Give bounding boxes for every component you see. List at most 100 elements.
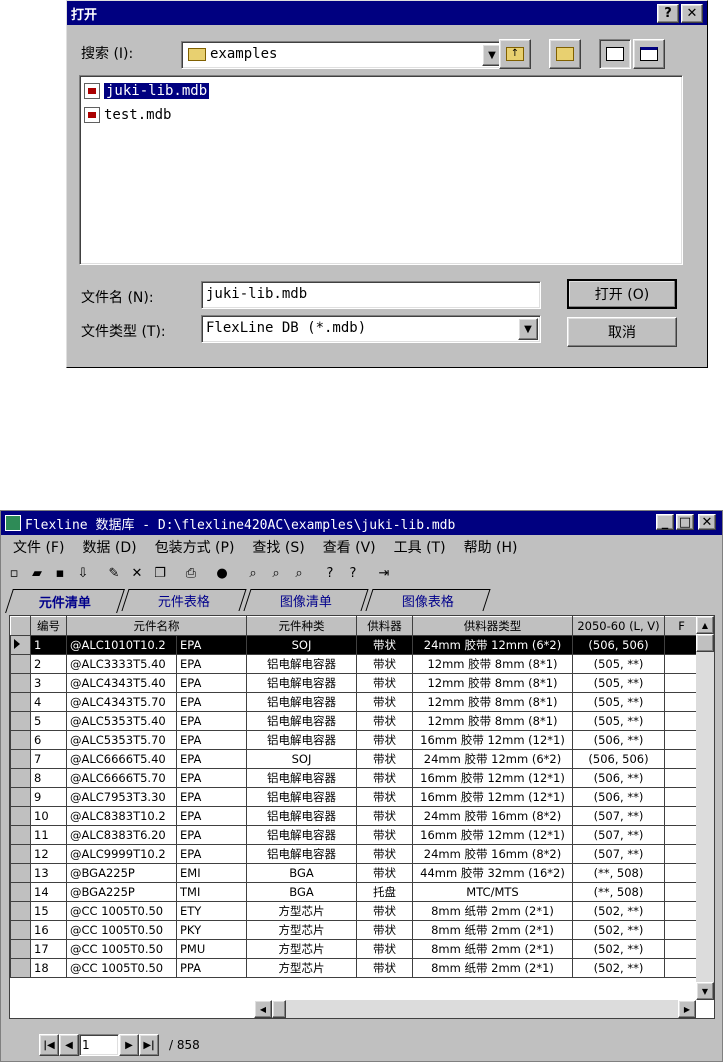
column-header[interactable]: 供料器类型 [412, 616, 573, 636]
row-selector[interactable] [10, 825, 31, 845]
row-selector[interactable] [10, 882, 31, 902]
new-icon[interactable]: ▫ [3, 562, 25, 584]
file-list[interactable]: juki-lib.mdb test.mdb [79, 75, 683, 265]
scroll-down-icon[interactable]: ▼ [696, 982, 714, 1000]
row-selector[interactable] [10, 635, 31, 655]
scroll-up-icon[interactable]: ▲ [696, 616, 714, 634]
print-icon[interactable]: ⎙ [180, 562, 202, 584]
column-header[interactable]: 2050-60 (L, V) [572, 616, 665, 636]
table-row[interactable]: 2 @ALC3333T5.40 EPA 铝电解电容器 带状 12mm 胶带 8mm (8*… [10, 654, 699, 674]
column-header[interactable]: 编号 [30, 616, 67, 636]
row-selector[interactable] [10, 863, 31, 883]
table-row[interactable]: 17 @CC 1005T0.50 PMU 方型芯片 带状 8mm 纸带 2mm (2*1)… [10, 939, 699, 959]
details-view-button[interactable] [633, 39, 665, 69]
tab-image-list[interactable]: 图像清单 [243, 589, 369, 611]
table-row[interactable]: 15 @CC 1005T0.50 ETY 方型芯片 带状 8mm 纸带 2mm (2*1)… [10, 901, 699, 921]
open-icon[interactable]: ▰ [26, 562, 48, 584]
filetype-combo[interactable]: FlexLine DB (*.mdb) ▼ [201, 315, 541, 343]
table-row[interactable]: 1 @ALC1010T10.2 EPA SOJ 带状 24mm 胶带 12mm (6*2)… [10, 635, 699, 655]
table-row[interactable]: 12 @ALC9999T10.2 EPA 铝电解电容器 带状 24mm 胶带 16mm (… [10, 844, 699, 864]
table-row[interactable]: 16 @CC 1005T0.50 PKY 方型芯片 带状 8mm 纸带 2mm (2*1)… [10, 920, 699, 940]
window-close-button[interactable]: ✕ [698, 514, 716, 530]
up-folder-button[interactable]: ↑ [499, 39, 531, 69]
help-button[interactable]: ? [657, 4, 679, 23]
filename-input[interactable]: juki-lib.mdb [201, 281, 541, 309]
tab-component-table[interactable]: 元件表格 [121, 589, 247, 611]
record-icon[interactable]: ● [211, 562, 233, 584]
chevron-down-icon[interactable]: ▼ [518, 318, 538, 340]
row-selector[interactable] [10, 749, 31, 769]
scroll-thumb[interactable] [696, 634, 714, 652]
edit-icon[interactable]: ✎ [103, 562, 125, 584]
last-record-button[interactable]: ▶| [139, 1034, 159, 1056]
row-selector[interactable] [10, 958, 31, 978]
component-grid[interactable]: 编号 元件名称 元件种类 供料器 供料器类型 2050-60 (L, V) F … [9, 615, 715, 1019]
horizontal-scrollbar[interactable]: ◀ ▶ [254, 1000, 696, 1018]
list-item[interactable]: juki-lib.mdb [84, 80, 210, 102]
minimize-button[interactable]: _ [656, 514, 674, 530]
menu-file[interactable]: 文件 (F) [13, 537, 64, 557]
next-record-button[interactable]: ▶ [119, 1034, 139, 1056]
table-row[interactable]: 7 @ALC6666T5.40 EPA SOJ 带状 24mm 胶带 12mm (6*2)… [10, 749, 699, 769]
prev-record-button[interactable]: ◀ [59, 1034, 79, 1056]
scroll-thumb[interactable] [272, 1000, 286, 1018]
row-selector[interactable] [10, 673, 31, 693]
find-prev-icon[interactable]: ⌕ [288, 562, 310, 584]
row-selector[interactable] [10, 806, 31, 826]
list-item[interactable]: test.mdb [84, 104, 171, 126]
table-row[interactable]: 10 @ALC8383T10.2 EPA 铝电解电容器 带状 24mm 胶带 16mm (… [10, 806, 699, 826]
tab-component-list[interactable]: 元件清单 [5, 589, 125, 613]
table-row[interactable]: 4 @ALC4343T5.70 EPA 铝电解电容器 带状 12mm 胶带 8mm (8*… [10, 692, 699, 712]
row-selector[interactable] [10, 920, 31, 940]
scroll-right-icon[interactable]: ▶ [678, 1000, 696, 1018]
maximize-button[interactable]: □ [676, 514, 694, 530]
table-row[interactable]: 3 @ALC4343T5.40 EPA 铝电解电容器 带状 12mm 胶带 8mm (8*… [10, 673, 699, 693]
table-row[interactable]: 9 @ALC7953T3.30 EPA 铝电解电容器 带状 16mm 胶带 12mm (1… [10, 787, 699, 807]
context-help-icon[interactable]: ? [342, 562, 364, 584]
row-selector[interactable] [10, 787, 31, 807]
row-selector[interactable] [10, 901, 31, 921]
column-header[interactable]: 元件种类 [246, 616, 357, 636]
row-selector[interactable] [10, 711, 31, 731]
find-icon[interactable]: ⌕ [242, 562, 264, 584]
table-row[interactable]: 11 @ALC8383T6.20 EPA 铝电解电容器 带状 16mm 胶带 12mm (… [10, 825, 699, 845]
menu-data[interactable]: 数据 (D) [82, 537, 136, 557]
table-row[interactable]: 18 @CC 1005T0.50 PPA 方型芯片 带状 8mm 纸带 2mm (2*1)… [10, 958, 699, 978]
row-selector[interactable] [10, 844, 31, 864]
menu-tools[interactable]: 工具 (T) [394, 537, 446, 557]
table-row[interactable]: 6 @ALC5353T5.70 EPA 铝电解电容器 带状 16mm 胶带 12mm (1… [10, 730, 699, 750]
menu-packaging[interactable]: 包装方式 (P) [155, 537, 235, 557]
new-folder-button[interactable] [549, 39, 581, 69]
help-icon[interactable]: ? [319, 562, 341, 584]
column-header[interactable]: F [664, 616, 699, 636]
delete-icon[interactable]: ✕ [126, 562, 148, 584]
menu-find[interactable]: 查找 (S) [252, 537, 304, 557]
row-selector[interactable] [10, 768, 31, 788]
column-header[interactable]: 元件名称 [66, 616, 247, 636]
copy-icon[interactable]: ❐ [149, 562, 171, 584]
find-next-icon[interactable]: ⌕ [265, 562, 287, 584]
menu-help[interactable]: 帮助 (H) [464, 537, 518, 557]
menu-view[interactable]: 查看 (V) [323, 537, 376, 557]
cancel-button[interactable]: 取消 [567, 317, 677, 347]
column-header[interactable]: 供料器 [356, 616, 413, 636]
exit-icon[interactable]: ⇥ [373, 562, 395, 584]
row-selector[interactable] [10, 654, 31, 674]
save-icon[interactable]: ▪ [49, 562, 71, 584]
tab-image-table[interactable]: 图像表格 [365, 589, 491, 611]
first-record-button[interactable]: |◀ [39, 1034, 59, 1056]
table-row[interactable]: 5 @ALC5353T5.40 EPA 铝电解电容器 带状 12mm 胶带 8mm (8*… [10, 711, 699, 731]
open-button[interactable]: 打开 (O) [567, 279, 677, 309]
row-selector[interactable] [10, 730, 31, 750]
record-number-input[interactable]: 1 [79, 1034, 119, 1056]
dialog-close-button[interactable]: ✕ [681, 4, 703, 23]
vertical-scrollbar[interactable]: ▲ ▼ [696, 616, 714, 1000]
row-selector[interactable] [10, 692, 31, 712]
table-row[interactable]: 8 @ALC6666T5.70 EPA 铝电解电容器 带状 16mm 胶带 12mm (1… [10, 768, 699, 788]
list-view-button[interactable] [599, 39, 631, 69]
table-row[interactable]: 13 @BGA225P EMI BGA 带状 44mm 胶带 32mm (16*2) (**… [10, 863, 699, 883]
import-icon[interactable]: ⇩ [72, 562, 94, 584]
table-row[interactable]: 14 @BGA225P TMI BGA 托盘 MTC/MTS (**, 508) [10, 882, 699, 902]
scroll-left-icon[interactable]: ◀ [254, 1000, 272, 1018]
row-selector[interactable] [10, 939, 31, 959]
